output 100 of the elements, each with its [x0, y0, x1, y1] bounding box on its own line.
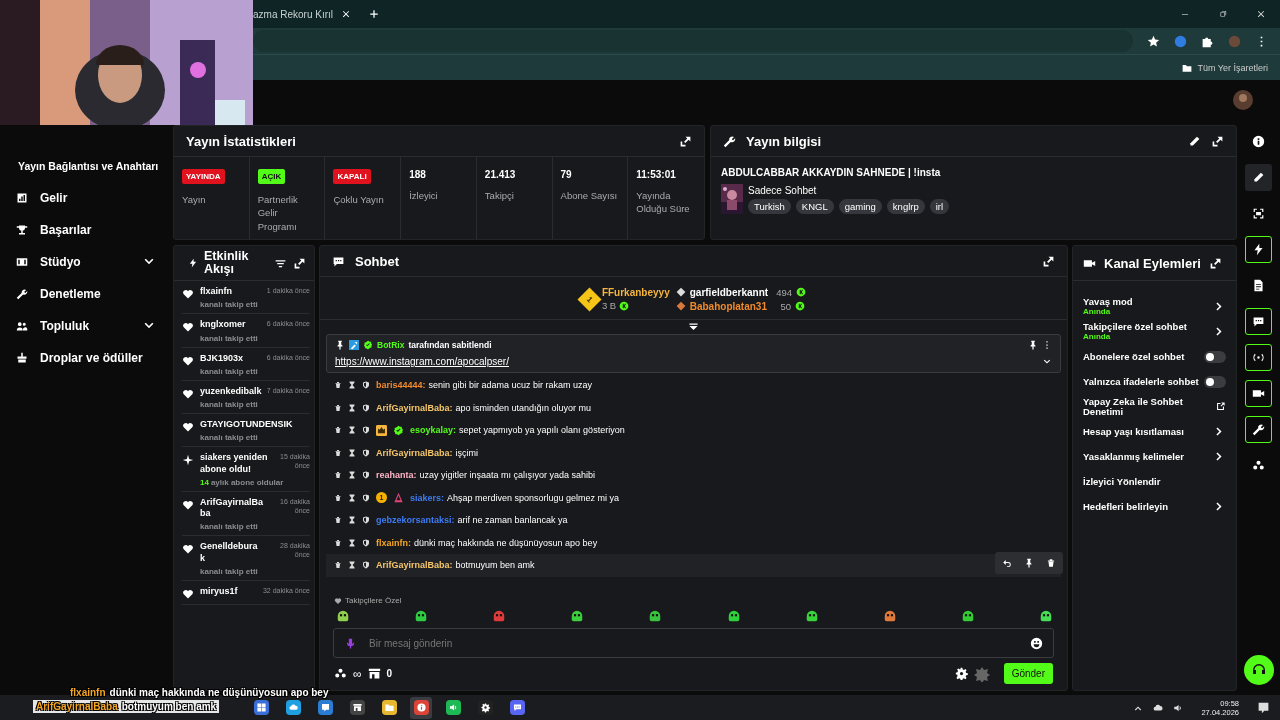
expand-icon[interactable]: [679, 134, 692, 148]
pin-icon[interactable]: [1028, 340, 1038, 350]
user-name[interactable]: BJK1903x: [200, 352, 244, 364]
shield-icon[interactable]: [362, 538, 370, 547]
hourglass-icon[interactable]: [348, 403, 356, 412]
emote-icon[interactable]: [648, 608, 663, 622]
close-icon[interactable]: [1256, 9, 1266, 19]
user-name[interactable]: BotRix: [377, 340, 405, 350]
emote-icon[interactable]: [492, 608, 507, 622]
action-label[interactable]: Yapay Zeka ile Sohbet Denetimi: [1083, 396, 1211, 417]
toggle-switch[interactable]: [1204, 375, 1226, 388]
pinned-link[interactable]: https://www.instagram.com/apocalpser/: [335, 356, 509, 367]
user-name[interactable]: garfieldberkannt: [689, 286, 769, 298]
user-name[interactable]: esoykalay:: [410, 425, 457, 436]
message-icon[interactable]: [1257, 701, 1270, 714]
user-avatar[interactable]: [1233, 90, 1253, 110]
message-field[interactable]: Bir mesaj gönderin: [333, 628, 1054, 658]
message-input[interactable]: Bir mesaj gönderin: [367, 636, 1020, 650]
cloud-icon[interactable]: [1153, 702, 1164, 713]
emote-icon[interactable]: [804, 608, 819, 622]
shield-icon[interactable]: [362, 561, 370, 570]
nav-item[interactable]: Droplar ve ödüller: [0, 342, 170, 374]
emote-icon[interactable]: [1039, 608, 1053, 622]
user-name[interactable]: flxainfn: [200, 286, 232, 298]
shield-icon[interactable]: [362, 426, 370, 435]
send-button[interactable]: Gönder: [1003, 663, 1053, 684]
help-button[interactable]: [1243, 655, 1274, 685]
smiley-icon[interactable]: [1030, 636, 1043, 650]
nav-item[interactable]: Denetleme: [0, 278, 170, 310]
nav-item[interactable]: Yayın Bağlantısı ve Anahtarı: [0, 160, 170, 182]
trash-icon[interactable]: [1046, 558, 1056, 568]
shield-icon[interactable]: [362, 516, 370, 525]
hourglass-icon[interactable]: [348, 561, 356, 570]
tag-chip[interactable]: gaming: [838, 198, 882, 214]
emote-icon[interactable]: [882, 608, 897, 622]
tag-chip[interactable]: Turkish: [748, 198, 791, 214]
toggle-switch[interactable]: [1204, 350, 1226, 363]
action-label[interactable]: Hedefleri belirleyin: [1083, 501, 1168, 512]
user-name[interactable]: ArifGayirnalBaba:: [376, 560, 453, 571]
trash-icon[interactable]: [334, 448, 342, 457]
user-name[interactable]: knglxomer: [200, 319, 246, 331]
user-name[interactable]: miryus1f: [200, 585, 238, 597]
emote-icon[interactable]: [960, 608, 975, 622]
store-icon[interactable]: [367, 667, 381, 680]
action-label[interactable]: Hesap yaşı kısıtlaması: [1083, 426, 1184, 437]
trash-icon[interactable]: [334, 561, 342, 570]
category-name[interactable]: Sadece Sohbet: [748, 184, 950, 196]
shield-icon[interactable]: [362, 448, 370, 457]
hourglass-icon[interactable]: [348, 538, 356, 547]
pencil-icon[interactable]: [1188, 134, 1201, 148]
hourglass-icon[interactable]: [348, 426, 356, 435]
expand-icon[interactable]: [1211, 134, 1224, 148]
trash-icon[interactable]: [334, 426, 342, 435]
action-label[interactable]: İzleyici Yönlendir: [1083, 476, 1161, 487]
sticker-icon[interactable]: [973, 665, 990, 682]
nav-item[interactable]: Başarılar: [0, 214, 170, 246]
expand-icon[interactable]: [293, 256, 306, 270]
expand-icon[interactable]: [1042, 254, 1055, 268]
sidebar-button[interactable]: [1245, 344, 1272, 371]
user-name[interactable]: reahanta:: [376, 470, 417, 481]
shield-icon[interactable]: [362, 403, 370, 412]
action-label[interactable]: Yavaş mod: [1083, 297, 1133, 307]
trash-icon[interactable]: [334, 381, 342, 390]
user-name[interactable]: ArifGayirnalBaba:: [376, 402, 453, 413]
browser-tab[interactable]: azma Rekoru Kırıl: [253, 0, 360, 28]
taskbar-app[interactable]: [410, 696, 432, 719]
user-name[interactable]: GTAYIGOTUNDENSIK: [200, 419, 293, 431]
trash-icon[interactable]: [334, 403, 342, 412]
emote-icon[interactable]: [336, 608, 350, 622]
restore-icon[interactable]: [1218, 9, 1228, 19]
trash-icon[interactable]: [334, 538, 342, 547]
shield-icon[interactable]: [362, 381, 370, 390]
user-name[interactable]: Genelldeburak: [200, 541, 262, 564]
gear-icon[interactable]: [954, 667, 968, 680]
bookmarks-folder[interactable]: Tüm Yer İşaretleri: [1182, 62, 1268, 73]
tag-chip[interactable]: knglrp: [886, 198, 925, 214]
extension-icon[interactable]: [1174, 34, 1187, 48]
hourglass-icon[interactable]: [348, 493, 356, 502]
hourglass-icon[interactable]: [348, 516, 356, 525]
action-label[interactable]: Abonelere özel sohbet: [1083, 351, 1185, 362]
star-icon[interactable]: [1147, 34, 1160, 48]
nav-item[interactable]: Gelir: [0, 182, 170, 214]
user-name[interactable]: Babahoplatan31: [689, 300, 767, 312]
sidebar-button[interactable]: [1245, 380, 1272, 407]
user-name[interactable]: yuzenkedibalk: [200, 385, 262, 397]
user-name[interactable]: gebzekorsantaksi:: [376, 515, 455, 526]
sidebar-button[interactable]: [1245, 308, 1272, 335]
user-name[interactable]: flxainfn:: [376, 537, 411, 548]
close-icon[interactable]: [341, 9, 352, 19]
pin-icon[interactable]: [1024, 558, 1034, 568]
tag-chip[interactable]: irl: [929, 198, 950, 214]
emote-icon[interactable]: [726, 608, 741, 622]
hourglass-icon[interactable]: [348, 448, 356, 457]
user-name[interactable]: ArifGayirnalBaba: [200, 496, 266, 520]
nav-item[interactable]: Stüdyo: [0, 246, 170, 278]
undo-icon[interactable]: [1002, 558, 1012, 568]
shield-icon[interactable]: [362, 493, 370, 502]
plus-icon[interactable]: [369, 9, 380, 19]
trash-icon[interactable]: [334, 471, 342, 480]
user-name[interactable]: siakers:: [410, 492, 445, 503]
